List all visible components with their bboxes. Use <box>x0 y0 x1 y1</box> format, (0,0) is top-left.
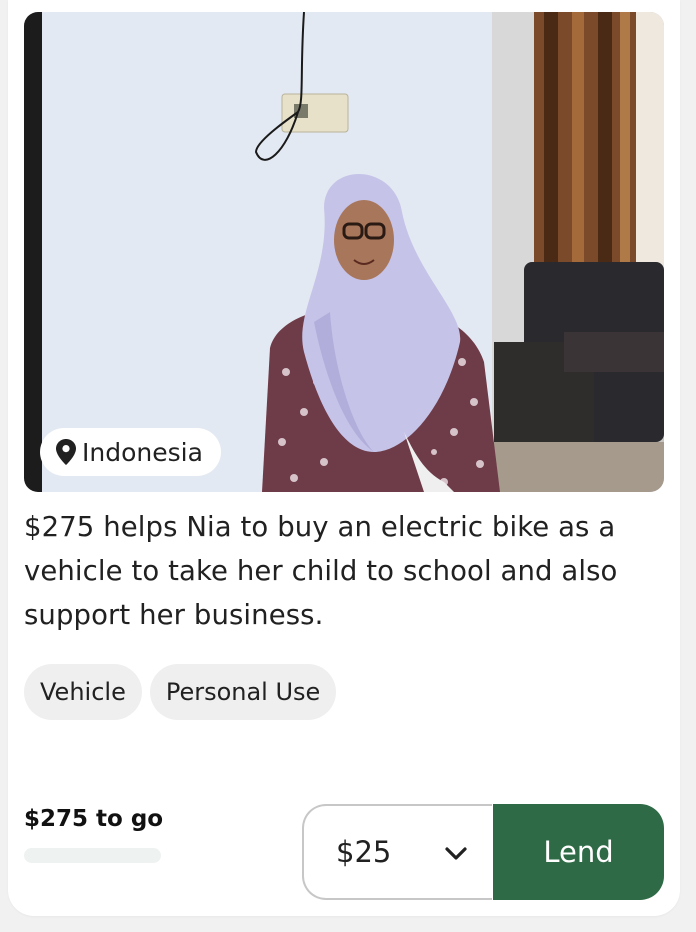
location-badge: Indonesia <box>40 428 221 476</box>
amount-remaining: $275 to go <box>24 806 164 832</box>
chevron-down-icon <box>444 835 468 869</box>
lend-amount-value: $25 <box>336 835 392 869</box>
tag-vehicle[interactable]: Vehicle <box>24 664 142 720</box>
lend-button[interactable]: Lend <box>493 804 664 900</box>
tag-personal-use[interactable]: Personal Use <box>149 664 337 720</box>
borrower-photo[interactable]: Indonesia <box>24 12 664 492</box>
location-label: Indonesia <box>82 437 203 467</box>
loan-tags: Vehicle Personal Use <box>24 664 337 720</box>
loan-card[interactable]: Indonesia $275 helps Nia to buy an elect… <box>8 0 680 916</box>
loan-description[interactable]: $275 helps Nia to buy an electric bike a… <box>24 505 664 637</box>
borrower-photo-illustration <box>24 12 664 492</box>
funding-progress-bar <box>24 848 161 863</box>
map-pin-icon <box>56 439 76 465</box>
lend-amount-select[interactable]: $25 <box>302 804 492 900</box>
